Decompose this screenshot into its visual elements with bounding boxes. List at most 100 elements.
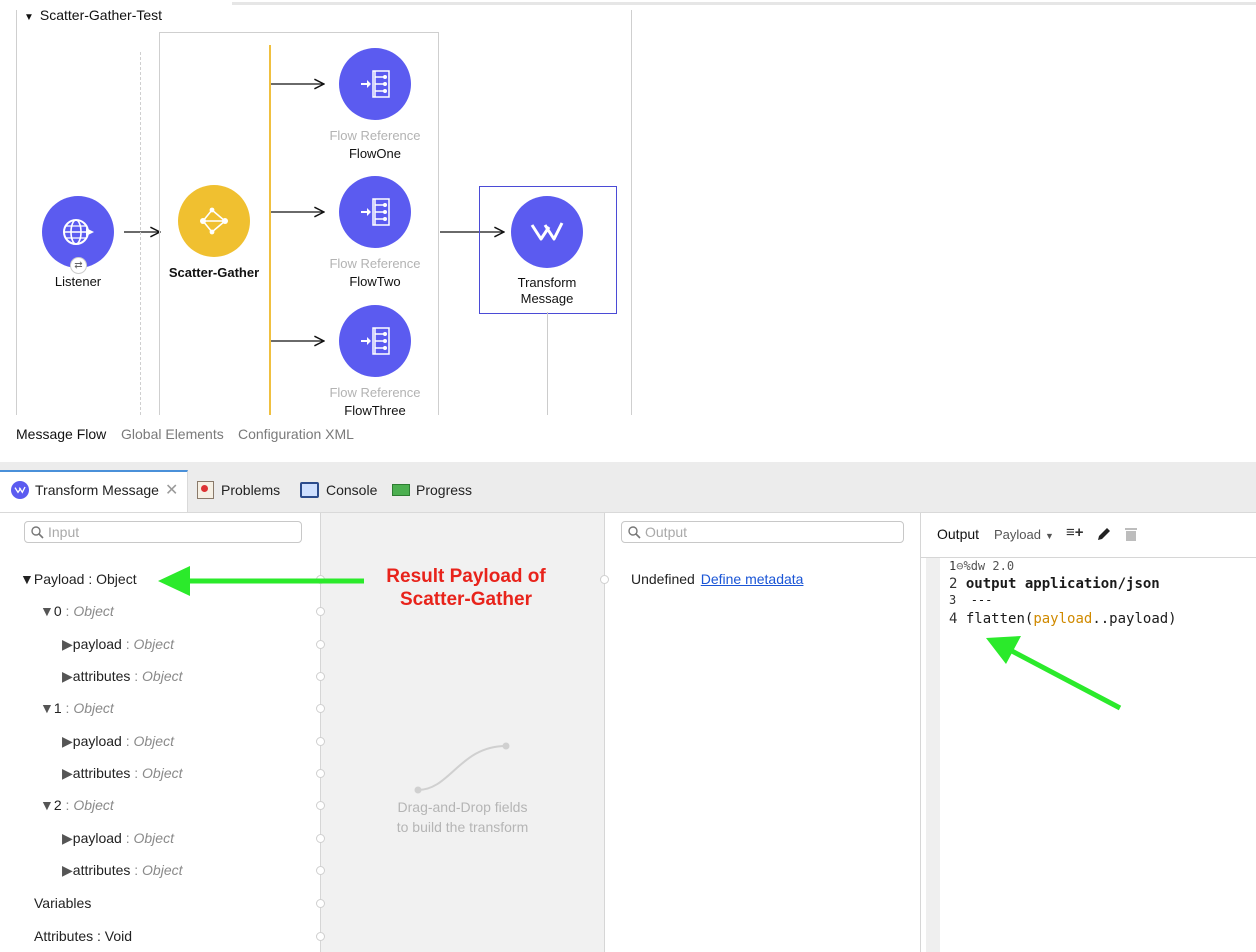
tree-child-label: payload [72, 636, 122, 652]
mapping-port[interactable] [316, 575, 325, 584]
tab-progress-label: Progress [416, 482, 473, 498]
trash-icon[interactable] [1124, 526, 1138, 542]
tree-child-type: Object [142, 765, 183, 781]
tree-item-2[interactable]: ▼2 : Object [40, 797, 114, 813]
source-sync-icon: ⇄ [70, 257, 87, 274]
listener-label: Listener [54, 274, 102, 289]
payload-select[interactable]: Payload ▼ [994, 527, 1054, 542]
define-metadata-link[interactable]: Define metadata [701, 571, 804, 587]
tree-child-type: Object [133, 830, 174, 846]
tree-payload-label: Payload : Object [33, 571, 137, 587]
tree-child-label: attributes [72, 668, 131, 684]
scope-dashed-line [140, 52, 141, 415]
mapping-port[interactable] [316, 704, 325, 713]
tree-item-0-payload[interactable]: ▶payload : Object [62, 636, 174, 653]
flow-reference-one-label: FlowOne [348, 146, 402, 161]
tree-child-label: attributes [72, 862, 131, 878]
tree-item-0-attributes[interactable]: ▶attributes : Object [62, 668, 183, 685]
transform-message-label-line1: Transform [517, 275, 577, 290]
tree-attributes[interactable]: Attributes : Void [34, 928, 132, 944]
mapping-port[interactable] [316, 737, 325, 746]
scatter-gather-route-bar [269, 45, 271, 415]
annotation-text-line1: Result Payload of [386, 566, 546, 587]
mapping-port[interactable] [316, 866, 325, 875]
scatter-gather-label: Scatter-Gather [168, 265, 260, 280]
mapping-port[interactable] [316, 769, 325, 778]
input-search-field[interactable]: Input [24, 521, 302, 543]
output-mapping-port[interactable] [600, 575, 609, 584]
tree-item-2-attributes[interactable]: ▶attributes : Object [62, 862, 183, 879]
tree-item-type: Object [73, 797, 114, 813]
tree-item-type: Object [73, 603, 114, 619]
tree-variables[interactable]: Variables [34, 895, 91, 911]
tab-progress[interactable]: Progress [392, 475, 472, 505]
mapping-port[interactable] [316, 607, 325, 616]
code-text: %dw 2.0 [963, 559, 1015, 573]
output-undefined-label: Undefined [631, 571, 695, 587]
annotation-arrowhead-left [158, 566, 190, 596]
output-search-field[interactable]: Output [621, 521, 904, 543]
code-line-1: 1⊖%dw 2.0 [949, 559, 1014, 573]
add-target-icon[interactable]: ≡+ [1066, 524, 1084, 541]
annotation-text-line2: Scatter-Gather [400, 589, 532, 610]
mapping-port[interactable] [316, 672, 325, 681]
mapping-port[interactable] [316, 932, 325, 941]
tree-item-index: 2 [53, 797, 62, 813]
mapping-port[interactable] [316, 899, 325, 908]
tree-payload-root[interactable]: ▼Payload : Object [20, 571, 137, 587]
code-keyword: payload [1033, 611, 1093, 627]
progress-icon [392, 484, 410, 496]
flow-reference-two-label: FlowTwo [349, 274, 401, 289]
flow-reference-two-type: Flow Reference [329, 256, 421, 271]
transform-message-label-line2: Message [520, 291, 574, 306]
tree-item-index: 1 [53, 700, 62, 716]
edit-pencil-icon[interactable] [1096, 526, 1112, 542]
output-column-divider [920, 513, 921, 952]
code-text: ..payload) [1092, 611, 1177, 627]
tree-item-1-attributes[interactable]: ▶attributes : Object [62, 765, 183, 782]
tab-configuration-xml[interactable]: Configuration XML [238, 426, 354, 442]
drag-curve-icon [414, 742, 510, 794]
tree-item-2-payload[interactable]: ▶payload : Object [62, 830, 174, 847]
console-icon [300, 482, 319, 498]
flow-reference-two-node[interactable] [339, 176, 411, 248]
transform-message-node[interactable] [511, 196, 583, 268]
code-line-2: 2 output application/json [949, 576, 1160, 592]
tab-problems[interactable]: Problems [197, 475, 280, 505]
tab-global-elements[interactable]: Global Elements [121, 426, 224, 442]
close-icon[interactable]: ✕ [165, 480, 178, 500]
flow-reference-icon [361, 327, 390, 355]
tree-child-type: Object [133, 636, 174, 652]
input-search-placeholder: Input [48, 524, 80, 540]
tree-child-label: attributes [72, 765, 131, 781]
tab-transform-label: Transform Message [35, 482, 159, 498]
tree-item-index: 0 [53, 603, 62, 619]
tree-child-type: Object [142, 668, 183, 684]
panel-tab-bar: Transform Message ✕ Problems Console Pro… [0, 462, 1256, 513]
flow-reference-one-node[interactable] [339, 48, 411, 120]
output-metadata-status: Undefined Define metadata [631, 571, 803, 587]
code-text: flatten( [965, 611, 1034, 627]
flow-reference-three-label: FlowThree [344, 403, 406, 415]
search-icon [628, 525, 641, 539]
scatter-gather-icon [200, 207, 228, 235]
tree-child-type: Object [142, 862, 183, 878]
tree-item-0[interactable]: ▼0 : Object [40, 603, 114, 619]
output-search-placeholder: Output [645, 524, 688, 540]
mapping-port[interactable] [316, 640, 325, 649]
code-text: output application/json [965, 576, 1160, 592]
flow-reference-icon [361, 198, 390, 226]
tab-transform-message-content[interactable]: Transform Message ✕ [11, 475, 178, 505]
code-line-4: 4 flatten(payload..payload) [949, 611, 1177, 627]
editor-gutter [926, 558, 940, 952]
tree-item-1-payload[interactable]: ▶payload : Object [62, 733, 174, 750]
globe-icon [63, 219, 94, 245]
tree-item-1[interactable]: ▼1 : Object [40, 700, 114, 716]
tab-message-flow[interactable]: Message Flow [16, 426, 106, 442]
flow-reference-one-type: Flow Reference [329, 128, 421, 143]
mapping-port[interactable] [316, 834, 325, 843]
tree-child-type: Object [133, 733, 174, 749]
flow-reference-three-node[interactable] [339, 305, 411, 377]
scatter-gather-node[interactable] [178, 185, 250, 257]
tab-console[interactable]: Console [300, 475, 377, 505]
